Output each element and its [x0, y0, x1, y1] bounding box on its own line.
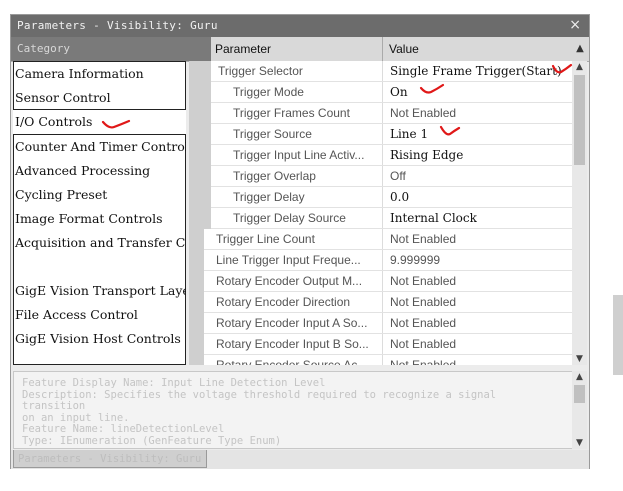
row-gutter — [189, 271, 204, 292]
parameter-column-header[interactable]: Parameter — [211, 37, 382, 61]
parameter-name: Trigger Mode — [233, 85, 304, 99]
table-row[interactable]: Trigger Delay 0.0 — [189, 187, 574, 208]
table-row[interactable]: Rotary Encoder Source Ac... Not Enabled — [189, 355, 574, 365]
scroll-down-icon[interactable]: ▼ — [572, 437, 587, 449]
table-row[interactable]: Trigger Line Count Not Enabled — [189, 229, 574, 250]
row-gutter — [189, 208, 211, 229]
parameter-name: Trigger Input Line Activ... — [233, 148, 365, 162]
window-title: Parameters - Visibility: Guru — [17, 19, 218, 32]
scroll-up-icon[interactable]: ▲ — [572, 61, 587, 73]
description-line: Type: IEnumeration (GenFeature Type Enum… — [22, 434, 282, 447]
parameter-value[interactable]: Not Enabled — [382, 292, 574, 312]
scrollbar-thumb[interactable] — [574, 75, 585, 165]
column-header-bar: Category Parameter Value ▲ — [11, 37, 589, 62]
table-row[interactable]: Rotary Encoder Direction Not Enabled — [189, 292, 574, 313]
category-item-gige-host-controls[interactable]: GigE Vision Host Controls — [13, 327, 186, 351]
parameter-name: Rotary Encoder Output M... — [216, 274, 363, 288]
parameter-name: Trigger Selector — [218, 64, 303, 78]
parameter-name: Trigger Frames Count — [233, 106, 350, 120]
parameter-value[interactable]: Not Enabled — [382, 103, 574, 123]
parameter-value[interactable]: Not Enabled — [382, 229, 574, 249]
feature-description-panel: Feature Display Name: Input Line Detecti… — [13, 371, 573, 449]
table-row[interactable]: Rotary Encoder Input B So... Not Enabled — [189, 334, 574, 355]
description-line: Description: Specifies the voltage thres… — [22, 388, 497, 412]
parameter-value[interactable]: Line 1 — [382, 124, 574, 144]
category-item-io-controls[interactable]: I/O Controls — [13, 110, 186, 134]
scroll-up-icon[interactable]: ▲ — [572, 371, 587, 383]
row-gutter — [189, 313, 204, 334]
status-tab[interactable]: Parameters - Visibility: Guru — [13, 450, 207, 468]
row-gutter — [189, 187, 211, 208]
status-bar: Parameters - Visibility: Guru — [11, 450, 589, 469]
parameter-value[interactable]: Rising Edge — [382, 145, 574, 165]
parameter-name: Trigger Delay — [233, 190, 305, 204]
parameter-value[interactable]: Single Frame Trigger(Start) — [382, 61, 574, 81]
title-bar[interactable]: Parameters - Visibility: Guru × — [11, 15, 589, 37]
category-item-acquisition-transfer[interactable]: Acquisition and Transfer Co... — [13, 231, 186, 255]
category-item-gige-transport-layer[interactable]: GigE Vision Transport Layer — [13, 279, 186, 303]
table-row[interactable]: Line Trigger Input Freque... 9.999999 — [189, 250, 574, 271]
row-gutter — [189, 355, 204, 365]
parameter-name: Rotary Encoder Input A So... — [216, 316, 368, 330]
row-gutter — [189, 82, 211, 103]
category-item-sensor-control[interactable]: Sensor Control — [13, 86, 186, 110]
table-row[interactable]: Rotary Encoder Input A So... Not Enabled — [189, 313, 574, 334]
parameter-value[interactable]: Not Enabled — [382, 271, 574, 291]
category-list[interactable]: Camera Information Sensor Control I/O Co… — [13, 61, 186, 365]
table-row[interactable]: Trigger Delay Source Internal Clock — [189, 208, 574, 229]
parameter-name: Trigger Delay Source — [233, 211, 346, 225]
category-item-image-format-controls[interactable]: Image Format Controls — [13, 207, 186, 231]
category-item-file-access-control[interactable]: File Access Control — [13, 303, 186, 327]
parameter-value[interactable]: 9.999999 — [382, 250, 574, 270]
table-row[interactable]: Rotary Encoder Output M... Not Enabled — [189, 271, 574, 292]
row-gutter — [189, 145, 211, 166]
row-gutter — [189, 124, 211, 145]
parameter-value[interactable]: Not Enabled — [382, 313, 574, 333]
parameter-value[interactable]: Off — [382, 166, 574, 186]
parameter-name: Rotary Encoder Input B So... — [216, 337, 369, 351]
parameter-name: Trigger Source — [233, 127, 312, 141]
parameter-name: Line Trigger Input Freque... — [216, 253, 361, 267]
parameter-table[interactable]: Trigger Selector Single Frame Trigger(St… — [189, 61, 574, 365]
parameters-window: Parameters - Visibility: Guru × Category… — [10, 14, 590, 469]
row-gutter — [189, 166, 211, 187]
parameter-value[interactable]: Not Enabled — [382, 334, 574, 354]
table-row[interactable]: Trigger Overlap Off — [189, 166, 574, 187]
scroll-down-icon[interactable]: ▼ — [572, 353, 587, 365]
parameter-name: Rotary Encoder Source Ac... — [216, 358, 368, 365]
row-gutter — [189, 61, 211, 82]
table-row[interactable]: Trigger Source Line 1 — [189, 124, 574, 145]
description-line: Feature Name: lineDetectionLevel — [22, 423, 225, 435]
parameter-value[interactable]: 0.0 — [382, 187, 574, 207]
row-gutter — [189, 229, 204, 250]
value-column-header[interactable]: Value — [382, 37, 572, 61]
parameter-name: Trigger Overlap — [233, 169, 316, 183]
row-gutter — [189, 103, 211, 124]
row-gutter — [189, 250, 204, 271]
category-item-cycling-preset[interactable]: Cycling Preset — [13, 183, 186, 207]
category-item-advanced-processing[interactable]: Advanced Processing — [13, 159, 186, 183]
parameter-name: Rotary Encoder Direction — [216, 295, 351, 309]
close-icon[interactable]: × — [569, 17, 581, 33]
parameter-value[interactable]: Internal Clock — [382, 208, 574, 228]
table-row[interactable]: Trigger Frames Count Not Enabled — [189, 103, 574, 124]
row-gutter — [189, 334, 204, 355]
scrollbar-thumb[interactable] — [574, 385, 585, 403]
parameter-scrollbar[interactable]: ▲ ▼ — [572, 61, 587, 365]
parameter-name: Trigger Line Count — [216, 232, 315, 246]
category-item-camera-information[interactable]: Camera Information — [13, 62, 186, 86]
category-column-header: Category — [11, 37, 211, 61]
category-item-counter-timer-control[interactable]: Counter And Timer Control — [13, 135, 186, 159]
parameter-value[interactable]: On — [382, 82, 574, 102]
table-row[interactable]: Trigger Selector Single Frame Trigger(St… — [189, 61, 574, 82]
parameter-value[interactable]: Not Enabled — [382, 355, 574, 365]
scroll-up-icon[interactable]: ▲ — [571, 37, 589, 61]
row-gutter — [189, 292, 204, 313]
description-scrollbar[interactable]: ▲ ▼ — [572, 371, 587, 449]
table-row[interactable]: Trigger Mode On — [189, 82, 574, 103]
table-row[interactable]: Trigger Input Line Activ... Rising Edge — [189, 145, 574, 166]
description-line: Feature Display Name: Input Line Detecti… — [22, 377, 326, 389]
window-edge — [613, 295, 623, 375]
